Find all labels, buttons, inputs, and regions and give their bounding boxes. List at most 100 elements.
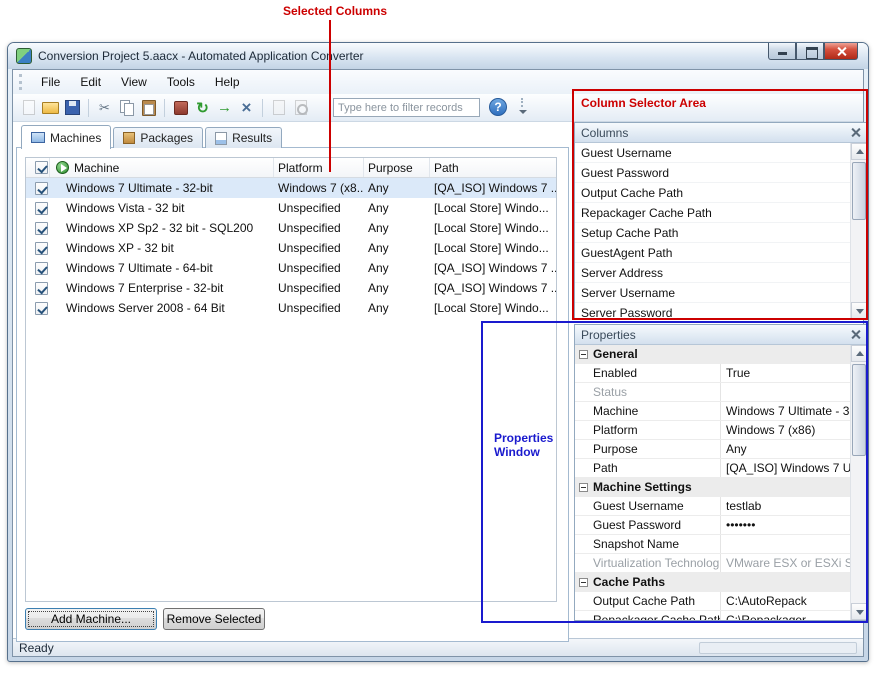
row-checkbox[interactable]: [35, 302, 48, 315]
columns-panel-header: Columns: [575, 123, 867, 143]
tab-machines[interactable]: Machines: [21, 125, 111, 149]
machines-tab-page: Machine Platform Purpose Path Windows 7 …: [16, 147, 569, 642]
table-row[interactable]: Windows 7 Ultimate - 32-bitWindows 7 (x8…: [26, 178, 556, 198]
collapse-icon[interactable]: [579, 483, 588, 492]
scroll-down-button[interactable]: [851, 603, 867, 620]
minimize-button[interactable]: [768, 43, 796, 60]
collapse-icon[interactable]: [579, 350, 588, 359]
row-checkbox[interactable]: [35, 262, 48, 275]
tab-results[interactable]: Results: [205, 127, 282, 148]
scroll-up-button[interactable]: [851, 345, 867, 362]
properties-panel-close-icon[interactable]: [850, 329, 861, 340]
property-label: Snapshot Name: [575, 535, 721, 553]
collapse-icon[interactable]: [579, 578, 588, 587]
open-project-icon[interactable]: [41, 98, 60, 117]
paste-icon[interactable]: [139, 98, 158, 117]
toolbar-overflow-icon[interactable]: [516, 97, 530, 118]
add-machine-button[interactable]: Add Machine...: [25, 608, 157, 630]
preview-icon: [291, 98, 310, 117]
table-row[interactable]: Windows XP - 32 bitUnspecifiedAny[Local …: [26, 238, 556, 258]
platform-column-header[interactable]: Platform: [274, 158, 364, 177]
row-checkbox[interactable]: [35, 282, 48, 295]
property-value: [QA_ISO] Windows 7 Ul: [721, 459, 850, 477]
checkbox-cell: [26, 218, 50, 238]
property-row[interactable]: PlatformWindows 7 (x86): [575, 421, 850, 440]
package-icon: [123, 132, 135, 144]
property-row[interactable]: Output Cache PathC:\AutoRepack: [575, 592, 850, 611]
help-icon[interactable]: ?: [489, 98, 507, 116]
column-item[interactable]: Guest Username: [575, 143, 850, 163]
cut-icon[interactable]: [95, 98, 114, 117]
table-row[interactable]: Windows Vista - 32 bitUnspecifiedAny[Loc…: [26, 198, 556, 218]
property-value: Windows 7 (x86): [721, 421, 850, 439]
scroll-thumb[interactable]: [852, 162, 866, 220]
path-cell: [Local Store] Windo...: [430, 298, 557, 318]
scroll-thumb[interactable]: [852, 364, 866, 456]
columns-scrollbar[interactable]: [850, 143, 867, 319]
machine-column-header[interactable]: Machine: [50, 158, 274, 177]
properties-scrollbar[interactable]: [850, 345, 867, 620]
property-row[interactable]: Path[QA_ISO] Windows 7 Ul: [575, 459, 850, 478]
property-row[interactable]: Guest Usernametestlab: [575, 497, 850, 516]
title-bar[interactable]: Conversion Project 5.aacx - Automated Ap…: [8, 43, 868, 69]
property-row[interactable]: Status: [575, 383, 850, 402]
path-column-header[interactable]: Path: [430, 158, 557, 177]
column-item[interactable]: Server Username: [575, 283, 850, 303]
property-row[interactable]: MachineWindows 7 Ultimate - 3: [575, 402, 850, 421]
select-all-checkbox[interactable]: [35, 161, 48, 174]
table-row[interactable]: Windows 7 Ultimate - 64-bitUnspecifiedAn…: [26, 258, 556, 278]
platform-cell: Windows 7 (x8...: [274, 178, 364, 198]
column-item[interactable]: Output Cache Path: [575, 183, 850, 203]
filter-input[interactable]: [333, 98, 480, 117]
menu-edit[interactable]: Edit: [71, 72, 110, 92]
property-row[interactable]: Guest Password•••••••: [575, 516, 850, 535]
row-checkbox[interactable]: [35, 182, 48, 195]
column-item[interactable]: Server Password: [575, 303, 850, 319]
property-category-row[interactable]: General: [575, 345, 850, 364]
column-item[interactable]: Guest Password: [575, 163, 850, 183]
columns-panel-close-icon[interactable]: [850, 127, 861, 138]
row-checkbox[interactable]: [35, 202, 48, 215]
machine-cell: Windows Server 2008 - 64 Bit: [50, 298, 274, 318]
property-row[interactable]: Virtualization TechnologVMware ESX or ES…: [575, 554, 850, 573]
row-checkbox[interactable]: [35, 222, 48, 235]
property-row[interactable]: PurposeAny: [575, 440, 850, 459]
refresh-icon[interactable]: [193, 98, 212, 117]
property-row[interactable]: Repackager Cache PathC:\Repackager: [575, 611, 850, 620]
purpose-cell: Any: [364, 258, 430, 278]
column-item[interactable]: GuestAgent Path: [575, 243, 850, 263]
scroll-up-button[interactable]: [851, 143, 867, 160]
tab-packages[interactable]: Packages: [113, 127, 203, 148]
table-row[interactable]: Windows 7 Enterprise - 32-bitUnspecified…: [26, 278, 556, 298]
property-row[interactable]: Snapshot Name: [575, 535, 850, 554]
category-name: Machine Settings: [593, 478, 692, 496]
row-checkbox[interactable]: [35, 242, 48, 255]
copy-icon[interactable]: [117, 98, 136, 117]
column-item[interactable]: Setup Cache Path: [575, 223, 850, 243]
table-row[interactable]: Windows Server 2008 - 64 BitUnspecifiedA…: [26, 298, 556, 318]
category-name: Cache Paths: [593, 573, 665, 591]
purpose-column-header[interactable]: Purpose: [364, 158, 430, 177]
save-project-icon[interactable]: [63, 98, 82, 117]
menu-tools[interactable]: Tools: [158, 72, 204, 92]
run-conversion-icon[interactable]: [215, 98, 234, 117]
property-category-row[interactable]: Cache Paths: [575, 573, 850, 592]
menu-help[interactable]: Help: [206, 72, 249, 92]
columns-panel-title: Columns: [581, 126, 628, 140]
column-item[interactable]: Server Address: [575, 263, 850, 283]
delete-icon[interactable]: [237, 98, 256, 117]
property-category-row[interactable]: Machine Settings: [575, 478, 850, 497]
column-item[interactable]: Repackager Cache Path: [575, 203, 850, 223]
property-row[interactable]: EnabledTrue: [575, 364, 850, 383]
tab-label: Results: [232, 131, 272, 145]
package-icon[interactable]: [171, 98, 190, 117]
menu-file[interactable]: File: [32, 72, 69, 92]
remove-selected-button[interactable]: Remove Selected: [163, 608, 265, 630]
annotation-selected-columns-label: Selected Columns: [283, 4, 387, 18]
menu-view[interactable]: View: [112, 72, 156, 92]
maximize-button[interactable]: [796, 43, 824, 60]
checkbox-cell: [26, 278, 50, 298]
scroll-down-button[interactable]: [851, 302, 867, 319]
table-row[interactable]: Windows XP Sp2 - 32 bit - SQL200Unspecif…: [26, 218, 556, 238]
close-button[interactable]: [824, 43, 858, 60]
